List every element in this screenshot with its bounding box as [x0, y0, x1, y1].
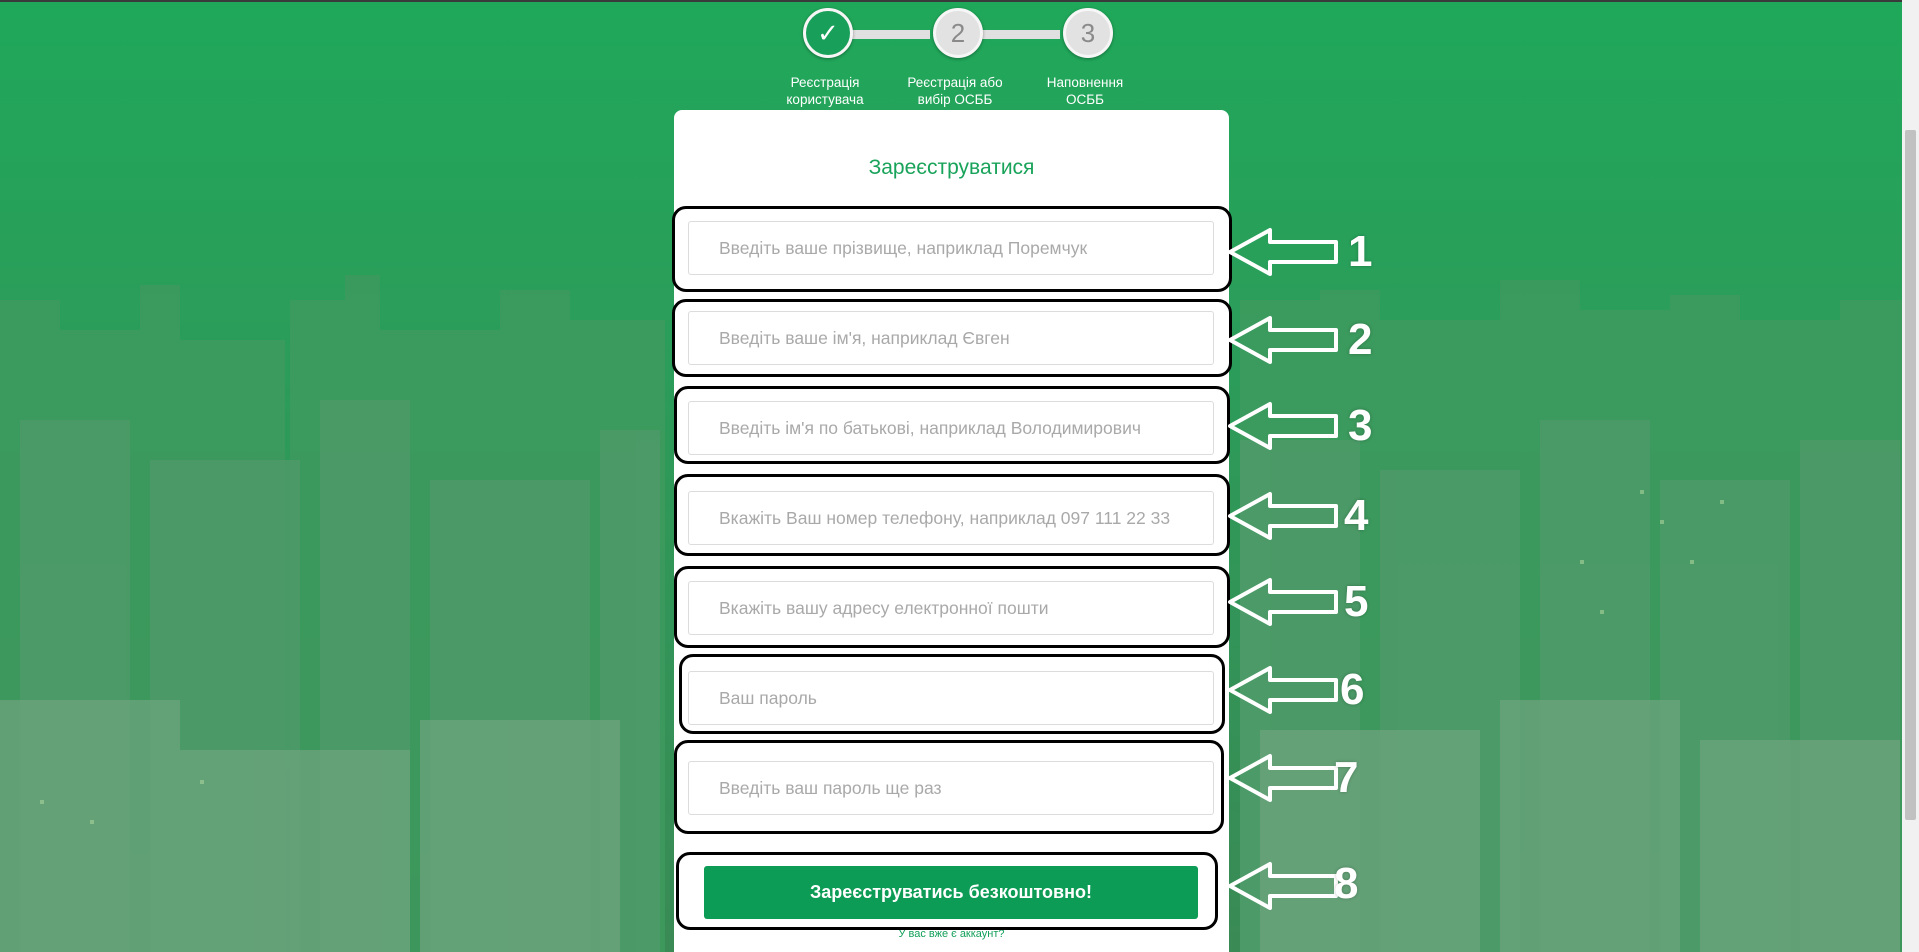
- arrow-left-icon: [1228, 492, 1338, 540]
- annotation-number-6: 6: [1340, 665, 1365, 714]
- step-3-label-line1: Наповнення: [1046, 75, 1124, 90]
- password-confirm-input[interactable]: [688, 761, 1214, 815]
- phone-input[interactable]: [688, 491, 1214, 545]
- annotation-number-4: 4: [1344, 491, 1369, 540]
- annotation-number-1: 1: [1348, 227, 1373, 276]
- step-1-label-line1: Реєстрація: [790, 75, 860, 90]
- arrow-left-icon: [1228, 578, 1338, 626]
- arrow-left-icon: [1228, 666, 1338, 714]
- registration-page: ✓ Реєстрація користувача 2 Реєстрація аб…: [0, 0, 1919, 952]
- arrow-left-icon: [1228, 754, 1338, 802]
- step-3-label-line2: ОСББ: [1066, 92, 1104, 107]
- step-3-number: 3: [1063, 8, 1113, 58]
- register-free-button[interactable]: Зареєструватись безкоштовно!: [704, 866, 1198, 919]
- scrollbar-thumb[interactable]: [1905, 130, 1916, 820]
- arrow-left-icon: [1228, 316, 1338, 364]
- step-2-label: Реєстрація або вибір ОСББ: [880, 74, 1030, 108]
- window-top-border: [0, 0, 1919, 2]
- already-have-account-link[interactable]: У вас вже є аккаунт?: [674, 928, 1229, 940]
- arrow-left-icon: [1228, 402, 1338, 450]
- annotation-number-5: 5: [1344, 577, 1369, 626]
- password-input[interactable]: [688, 671, 1214, 725]
- step-2-label-line2: вибір ОСББ: [917, 92, 993, 107]
- annotation-number-8: 8: [1334, 859, 1359, 908]
- step-2-number: 2: [933, 8, 983, 58]
- surname-input[interactable]: [688, 221, 1214, 275]
- first-name-input[interactable]: [688, 311, 1214, 365]
- annotation-number-3: 3: [1348, 401, 1373, 450]
- annotation-number-2: 2: [1348, 315, 1373, 364]
- arrow-left-icon: [1228, 862, 1338, 910]
- step-connector-2-3: [976, 30, 1060, 39]
- arrow-left-icon: [1228, 228, 1338, 276]
- annotation-number-7: 7: [1334, 753, 1359, 802]
- step-1-label: Реєстрація користувача: [750, 74, 900, 108]
- email-input[interactable]: [688, 581, 1214, 635]
- step-connector-1-2: [846, 30, 930, 39]
- patronymic-input[interactable]: [688, 401, 1214, 455]
- step-1-label-line2: користувача: [786, 92, 864, 107]
- check-icon: ✓: [803, 8, 853, 58]
- step-2-label-line1: Реєстрація або: [907, 75, 1003, 90]
- step-3-label: Наповнення ОСББ: [1010, 74, 1160, 108]
- form-title: Зареєструватися: [868, 156, 1035, 179]
